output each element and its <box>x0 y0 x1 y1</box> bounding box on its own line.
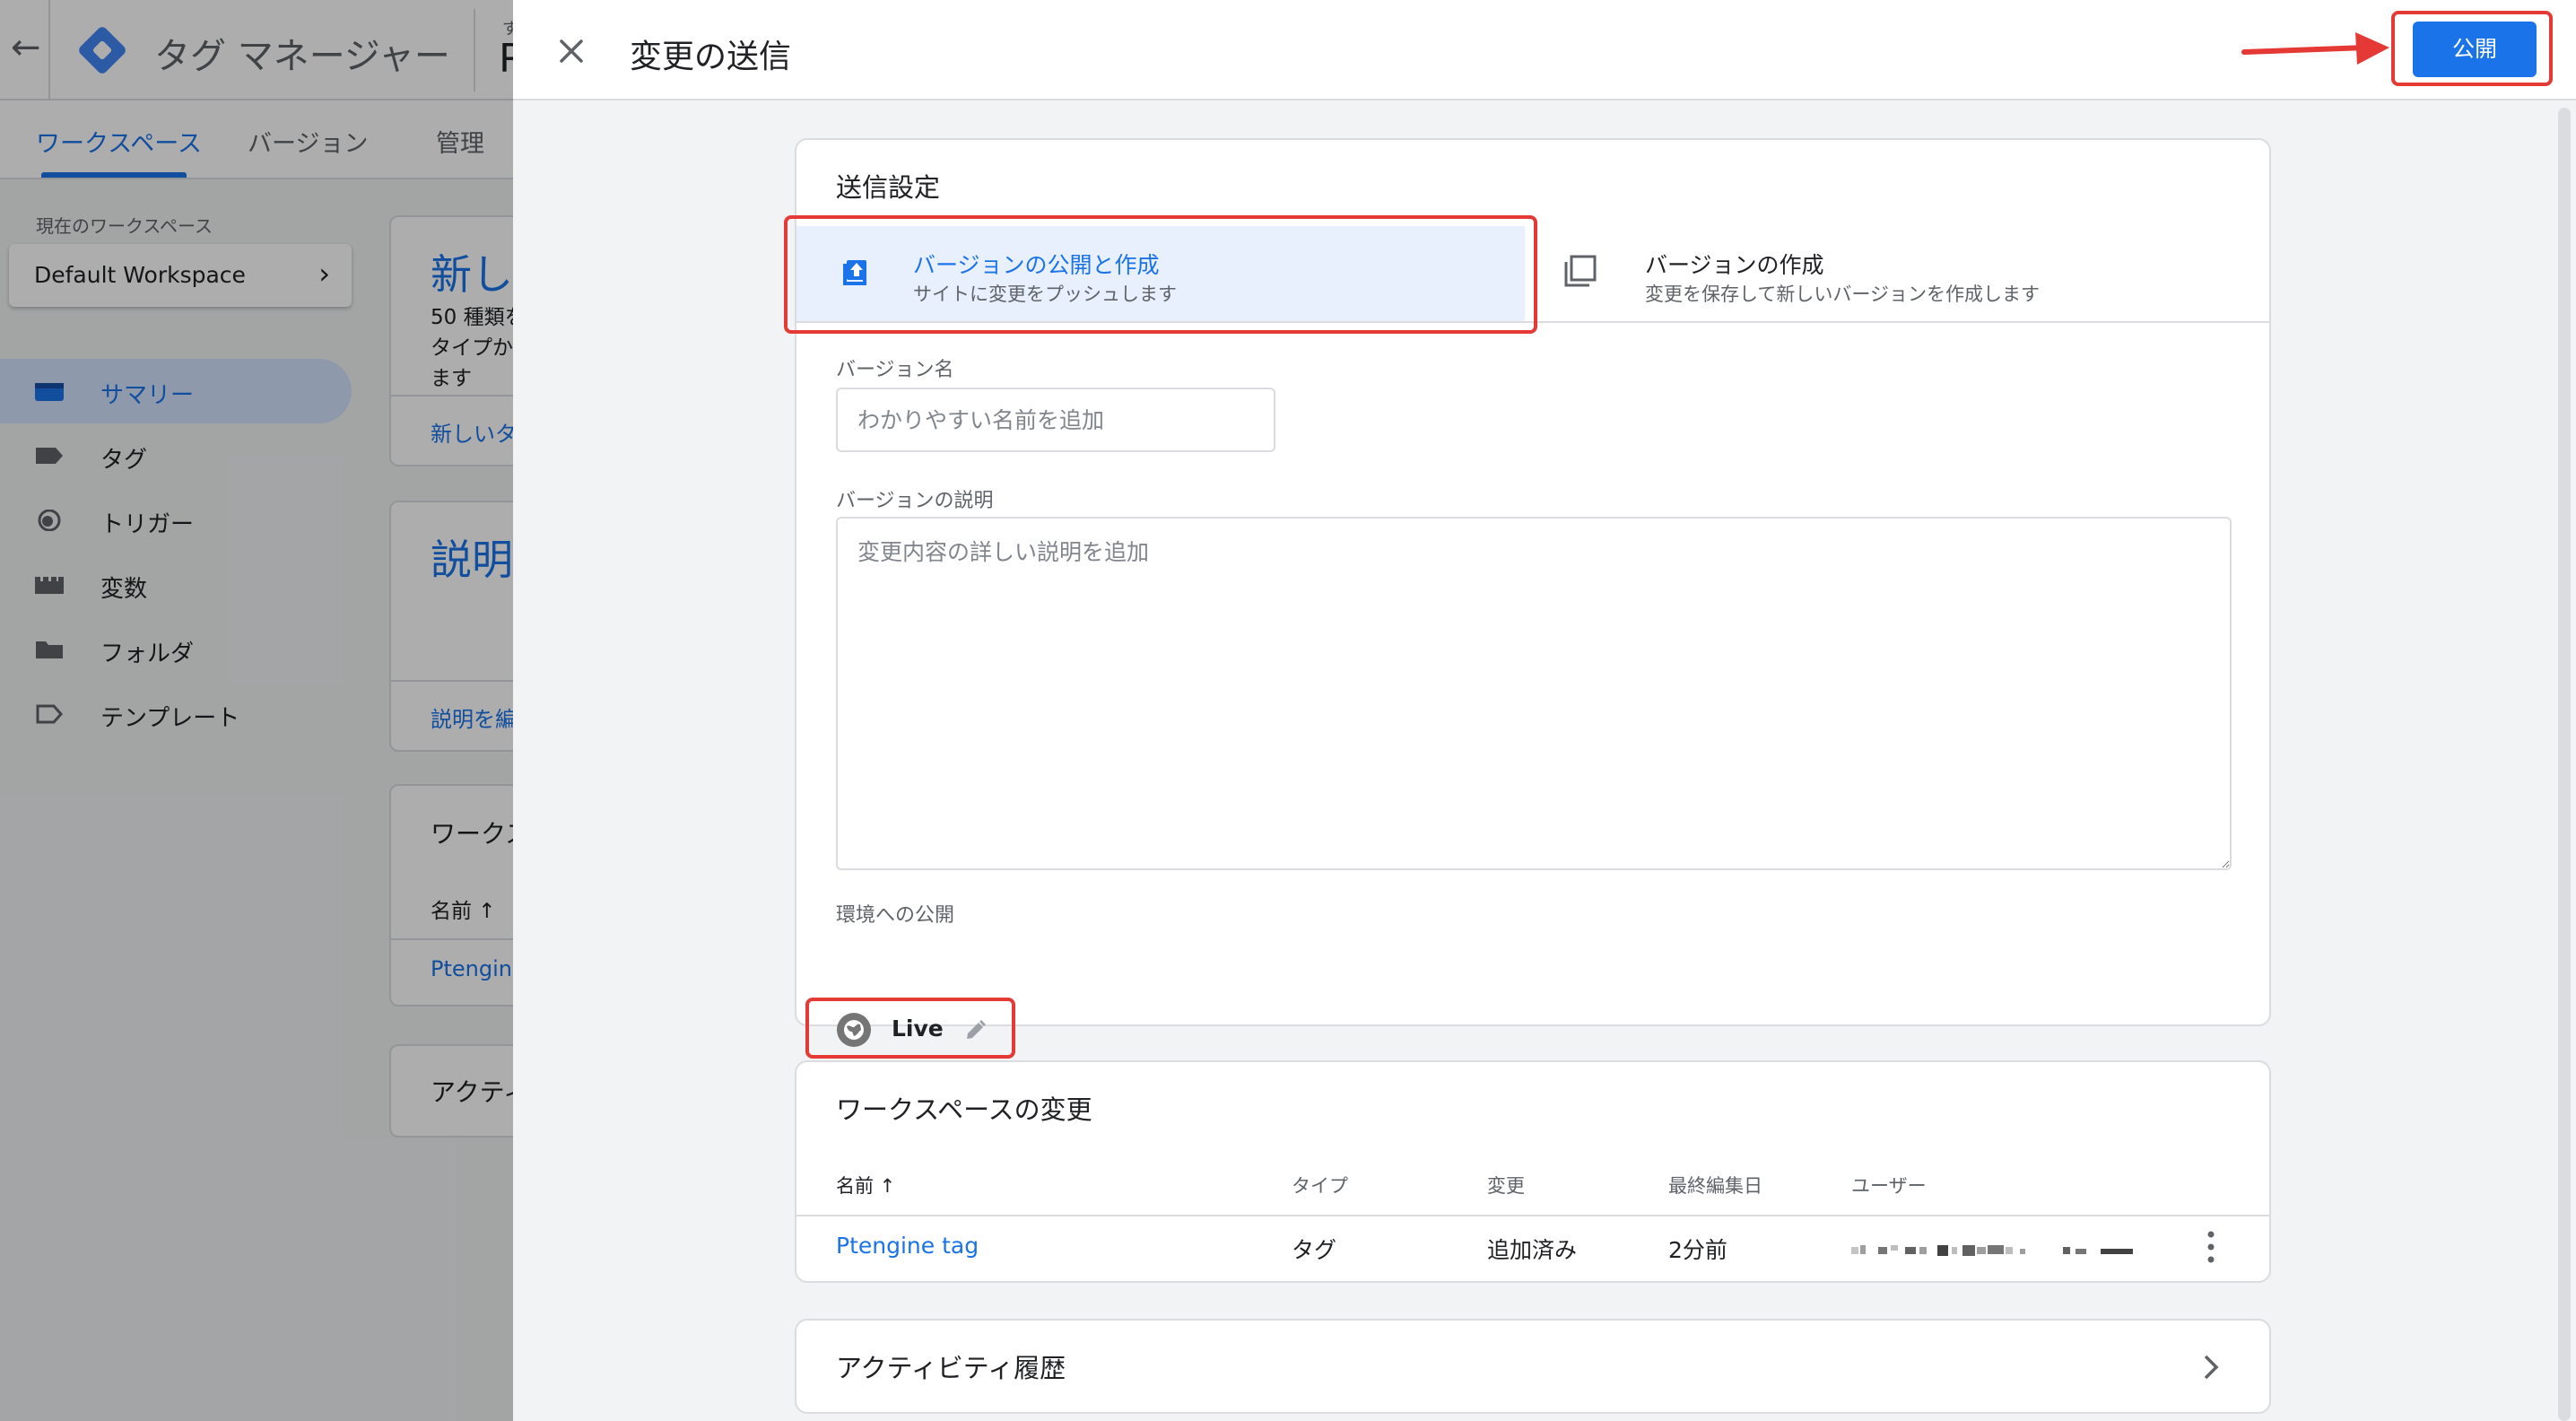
submission-settings-card: 送信設定 バージョンの公開と作成 サイトに変更をプッシュします バージョンの作成… <box>784 138 2271 1059</box>
column-header-last-edited: 最終編集日 <box>1668 1175 1762 1197</box>
option-title: バージョンの作成 <box>1645 252 1824 278</box>
change-name-link[interactable]: Ptengine tag <box>836 1233 979 1259</box>
edit-pencil-icon[interactable] <box>962 1017 988 1044</box>
change-type: タグ <box>1292 1237 1337 1263</box>
globe-icon <box>837 1013 871 1047</box>
redacted-user-email <box>1851 1245 2133 1256</box>
version-name-input[interactable] <box>836 388 1275 452</box>
chevron-right-icon <box>2204 1355 2219 1380</box>
close-icon[interactable] <box>549 29 594 74</box>
annotation-arrow <box>2241 32 2389 65</box>
card-title: ワークスペースの変更 <box>836 1094 1092 1125</box>
version-name-label: バージョン名 <box>836 359 954 381</box>
scrollbar[interactable] <box>2558 108 2571 1421</box>
option-subtitle: 変更を保存して新しいバージョンを作成します <box>1645 283 2040 305</box>
version-description-label: バージョンの説明 <box>836 490 994 512</box>
publish-button[interactable]: 公開 <box>2413 22 2537 77</box>
activity-history-card[interactable]: アクティビティ履歴 <box>795 1319 2271 1414</box>
option-highlight <box>784 215 1537 334</box>
environment-name: Live <box>892 1016 944 1042</box>
change-last-edited: 2分前 <box>1668 1237 1727 1263</box>
panel-header: 変更の送信 公開 <box>513 0 2576 100</box>
copy-version-icon <box>1564 255 1597 287</box>
change-status: 追加済み <box>1487 1237 1578 1263</box>
panel-title: 変更の送信 <box>630 39 792 75</box>
more-vert-icon[interactable] <box>2205 1229 2217 1265</box>
column-header-name[interactable]: 名前 ↑ <box>836 1172 895 1199</box>
column-header-change: 変更 <box>1487 1175 1525 1197</box>
divider <box>796 1215 2269 1216</box>
submit-changes-panel: 変更の送信 公開 送信設定 バージョンの公開と作成 サイトに変更をプッシュします <box>513 0 2576 1421</box>
card-title: 送信設定 <box>836 172 941 203</box>
column-header-user: ユーザー <box>1851 1175 1927 1197</box>
environment-label: 環境への公開 <box>836 904 955 927</box>
column-header-type: タイプ <box>1292 1175 1348 1197</box>
version-description-textarea[interactable] <box>836 517 2232 870</box>
option-create-version[interactable]: バージョンの作成 変更を保存して新しいバージョンを作成します <box>1525 226 2269 321</box>
card-title: アクティビティ履歴 <box>836 1353 1066 1383</box>
workspace-changes-card: ワークスペースの変更 名前 ↑ タイプ 変更 最終編集日 ユーザー Ptengi… <box>795 1060 2271 1283</box>
